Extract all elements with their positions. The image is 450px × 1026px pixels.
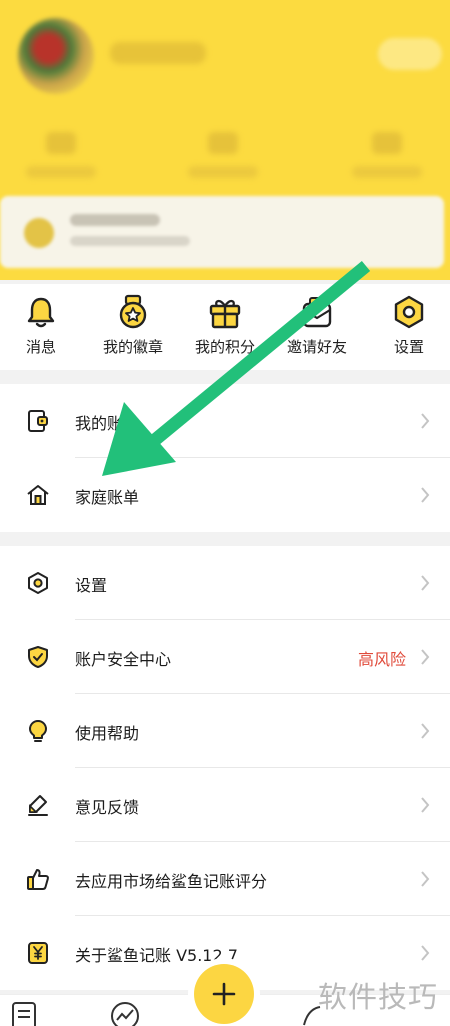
quick-action-invite[interactable]: 邀请好友: [272, 294, 362, 364]
lightbulb-icon: [29, 720, 47, 742]
menu-item-feedback[interactable]: 意见反馈: [0, 768, 450, 842]
quick-action-settings[interactable]: 设置: [364, 294, 450, 364]
gift-icon: [209, 300, 241, 329]
medal-icon: [119, 294, 147, 329]
menu-item-label: 使用帮助: [75, 724, 140, 743]
chevron-right-icon: [421, 575, 430, 591]
membership-banner[interactable]: [0, 196, 444, 268]
chevron-right-icon: [421, 945, 430, 961]
menu-item-label: 我的账本: [75, 414, 140, 433]
header-action-pill[interactable]: [378, 38, 442, 70]
menu-item-label: 设置: [75, 576, 108, 595]
risk-status-badge: 高风险: [357, 650, 406, 669]
profile-header: [0, 0, 450, 280]
username-blurred: [110, 42, 206, 64]
quick-action-badges[interactable]: 我的徽章: [88, 294, 178, 364]
house-icon: [27, 485, 49, 505]
menu-group-general: 设置 账户安全中心 高风险 使用帮助 意见反馈 去应用市场给鲨鱼记账评分 关于鲨…: [0, 546, 450, 990]
menu-item-label: 账户安全中心: [75, 650, 172, 669]
bell-icon: [27, 297, 55, 328]
quick-action-messages[interactable]: 消息: [0, 294, 86, 364]
chevron-right-icon: [421, 797, 430, 813]
watermark: 软件技巧: [318, 980, 439, 1014]
chevron-right-icon: [421, 413, 430, 429]
menu-item-security-center[interactable]: 账户安全中心 高风险: [0, 620, 450, 694]
menu-item-family-bill[interactable]: 家庭账单: [0, 458, 450, 532]
quick-action-label: 邀请好友: [286, 338, 347, 356]
menu-item-settings[interactable]: 设置: [0, 546, 450, 620]
quick-actions-bar: 消息 我的徽章 我的积分 邀请好友 设置: [0, 284, 450, 370]
hexagon-settings-icon: [394, 295, 424, 329]
invite-icon: [302, 297, 332, 328]
stat-blurred[interactable]: [16, 122, 106, 192]
stat-blurred[interactable]: [178, 122, 268, 192]
add-record-button[interactable]: [188, 958, 260, 1026]
quick-action-label: 我的积分: [194, 338, 255, 356]
quick-action-label: 消息: [25, 338, 56, 356]
ledger-icon: [28, 410, 48, 432]
menu-item-my-ledger[interactable]: 我的账本: [0, 384, 450, 458]
chart-icon[interactable]: [110, 1001, 140, 1026]
quick-action-label: 设置: [393, 338, 424, 356]
menu-item-label: 意见反馈: [75, 798, 140, 817]
menu-item-help[interactable]: 使用帮助: [0, 694, 450, 768]
quick-action-points[interactable]: 我的积分: [180, 294, 270, 364]
chevron-right-icon: [421, 723, 430, 739]
yen-icon: [28, 942, 48, 964]
chevron-right-icon: [421, 487, 430, 503]
chevron-right-icon: [421, 649, 430, 665]
chevron-right-icon: [421, 871, 430, 887]
shield-check-icon: [28, 646, 48, 668]
stat-blurred[interactable]: [342, 122, 432, 192]
pencil-icon: [28, 795, 48, 816]
hexagon-settings-icon: [28, 572, 48, 594]
menu-item-label: 家庭账单: [75, 488, 140, 507]
menu-item-rate-app[interactable]: 去应用市场给鲨鱼记账评分: [0, 842, 450, 916]
quick-action-label: 我的徽章: [102, 338, 163, 356]
list-icon[interactable]: [10, 1001, 38, 1026]
menu-group-ledgers: 我的账本 家庭账单: [0, 384, 450, 532]
plus-icon: [212, 982, 236, 1006]
avatar[interactable]: [18, 18, 94, 94]
menu-item-label: 去应用市场给鲨鱼记账评分: [75, 872, 268, 891]
thumbs-up-icon: [27, 869, 49, 890]
